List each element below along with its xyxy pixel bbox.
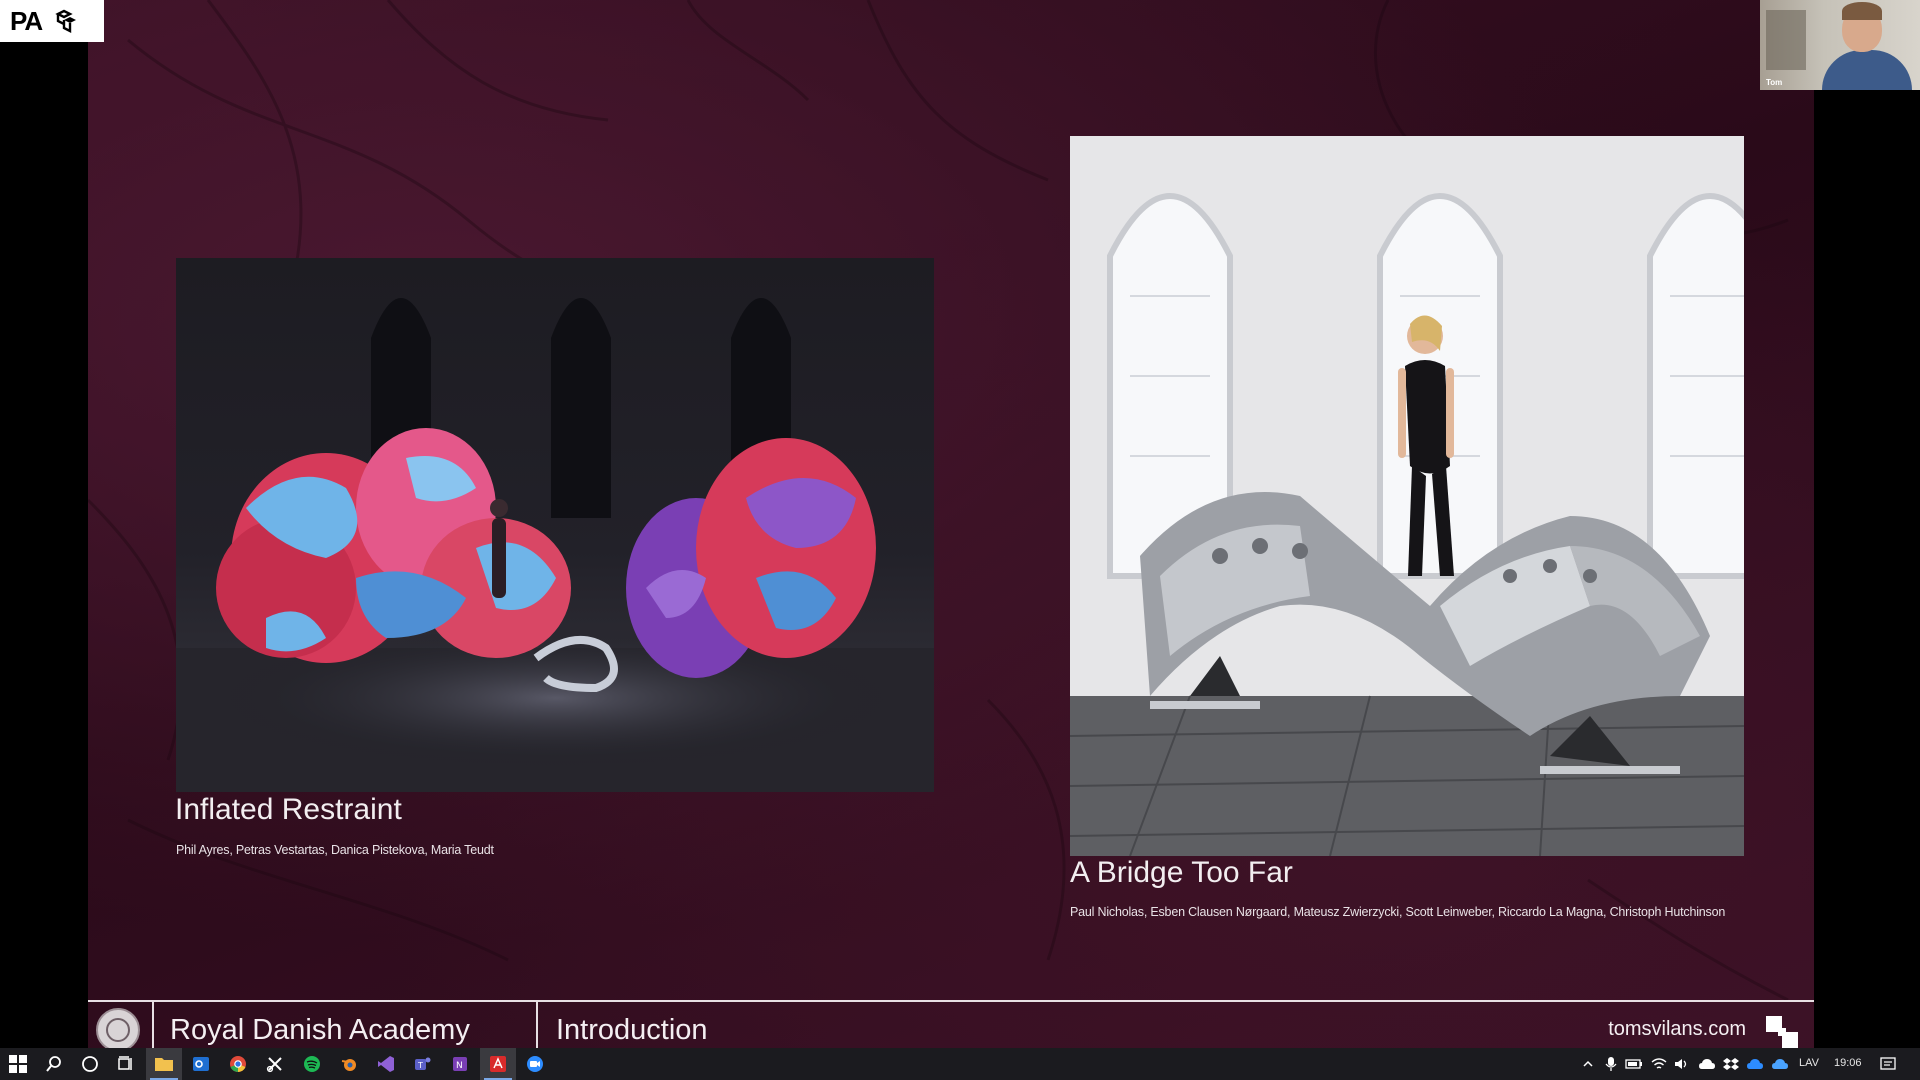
onedrive-personal-icon[interactable]	[1770, 1054, 1790, 1074]
search-icon[interactable]	[44, 1054, 64, 1074]
file-explorer-icon[interactable]	[154, 1054, 174, 1074]
footer-organization: Royal Danish Academy	[170, 1014, 470, 1046]
academy-seal-icon	[96, 1008, 140, 1052]
inflated-restraint-illustration	[176, 298, 934, 792]
snipping-tool-icon[interactable]	[265, 1054, 285, 1074]
zoom-icon[interactable]	[525, 1054, 545, 1074]
cortana-icon[interactable]	[80, 1054, 100, 1074]
show-hidden-icons-chevron-icon[interactable]	[1578, 1054, 1598, 1074]
right-project-authors: Paul Nicholas, Esben Clausen Nørgaard, M…	[1070, 905, 1726, 919]
input-language-indicator[interactable]: LAV	[1799, 1057, 1819, 1069]
cloud-icon[interactable]	[1697, 1054, 1717, 1074]
logo-text: PA	[10, 5, 43, 36]
microphone-icon[interactable]	[1601, 1054, 1621, 1074]
task-view-icon[interactable]	[116, 1054, 136, 1074]
footer-separator	[152, 1002, 154, 1048]
battery-icon[interactable]	[1624, 1054, 1644, 1074]
left-project-authors: Phil Ayres, Petras Vestartas, Danica Pis…	[176, 843, 494, 857]
teams-icon[interactable]: T	[413, 1054, 433, 1074]
acrobat-icon[interactable]	[488, 1054, 508, 1074]
wifi-icon[interactable]	[1649, 1054, 1669, 1074]
bridge-too-far-photo	[1070, 136, 1744, 856]
chrome-icon[interactable]	[228, 1054, 248, 1074]
blender-icon[interactable]	[339, 1054, 359, 1074]
bridge-too-far-illustration	[1070, 136, 1744, 856]
svg-text:T: T	[417, 1061, 423, 1070]
spotify-icon[interactable]	[302, 1054, 322, 1074]
volume-icon[interactable]	[1672, 1054, 1692, 1074]
visual-studio-icon[interactable]	[376, 1054, 396, 1074]
onenote-icon[interactable]: N	[450, 1054, 470, 1074]
outlook-icon[interactable]	[191, 1054, 211, 1074]
footer-website: tomsvilans.com	[1608, 1018, 1746, 1040]
right-project-title: A Bridge Too Far	[1070, 856, 1293, 889]
inflated-restraint-photo	[176, 258, 934, 792]
cubes-logo-icon	[55, 9, 77, 33]
webcam-person	[1822, 50, 1912, 90]
notifications-icon[interactable]	[1878, 1054, 1898, 1074]
left-project-title: Inflated Restraint	[175, 793, 402, 826]
footer-section-title: Introduction	[556, 1014, 708, 1046]
onedrive-icon[interactable]	[1745, 1054, 1765, 1074]
squares-logo-icon	[1766, 1016, 1798, 1048]
footer-separator	[536, 1002, 538, 1048]
webcam-name-label: Tom	[1766, 78, 1783, 87]
windows-start-icon[interactable]	[8, 1054, 28, 1074]
webcam-person-hair	[1842, 2, 1882, 20]
webcam-video-tile[interactable]: Tom	[1760, 0, 1920, 90]
system-clock[interactable]: 19:06	[1834, 1057, 1862, 1069]
windows-taskbar: T N LAV 19:06	[0, 1048, 1920, 1080]
slide-footer: Royal Danish Academy Introduction tomsvi…	[88, 1002, 1814, 1052]
webcam-background	[1766, 10, 1806, 70]
app-logo: PA	[0, 0, 104, 42]
svg-text:N: N	[456, 1061, 463, 1071]
dropbox-icon[interactable]	[1721, 1054, 1741, 1074]
